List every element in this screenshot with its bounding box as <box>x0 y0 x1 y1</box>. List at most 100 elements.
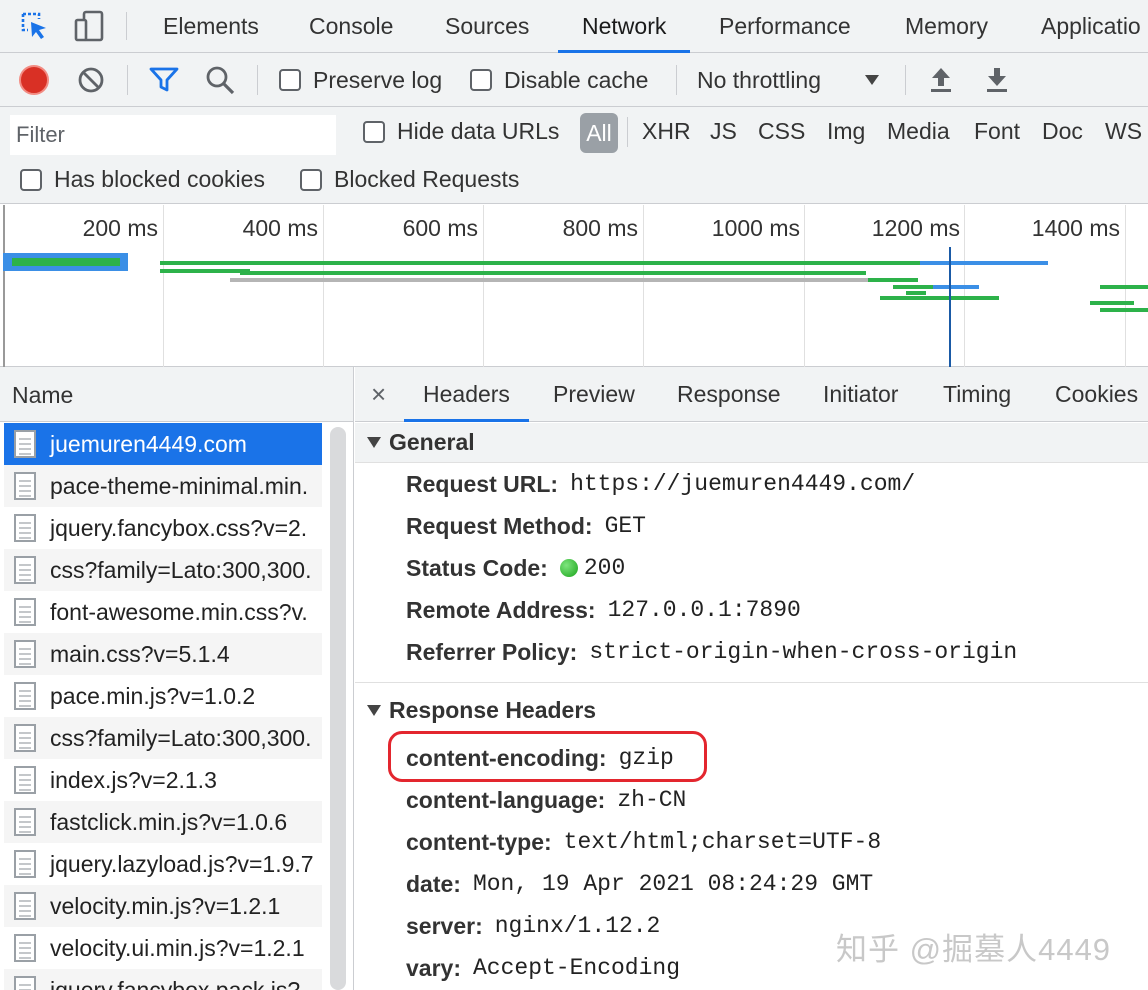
tab-timing[interactable]: Timing <box>943 367 1011 422</box>
timing-bar <box>868 278 918 282</box>
header-value: text/html;charset=UTF-8 <box>563 829 882 855</box>
chevron-down-icon[interactable] <box>864 53 880 107</box>
tab-performance[interactable]: Performance <box>719 0 851 53</box>
tab-console[interactable]: Console <box>309 0 393 53</box>
request-name: jquery.fancybox.pack.js? <box>50 976 301 990</box>
request-name: css?family=Lato:300,300. <box>50 556 312 583</box>
header-key: Request URL: <box>406 470 559 497</box>
gridline <box>643 205 644 367</box>
request-row[interactable]: pace-theme-minimal.min. <box>4 465 322 507</box>
gridline <box>323 205 324 367</box>
type-filter-all[interactable]: All <box>580 113 618 153</box>
document-icon <box>14 850 36 878</box>
document-icon <box>14 682 36 710</box>
has-blocked-cookies-label: Has blocked cookies <box>54 166 265 192</box>
request-row[interactable]: fastclick.min.js?v=1.0.6 <box>4 801 322 843</box>
device-toolbar-icon[interactable] <box>72 10 106 42</box>
request-row[interactable]: index.js?v=2.1.3 <box>4 759 322 801</box>
type-filter-media[interactable]: Media <box>887 118 950 145</box>
gridline <box>3 205 5 367</box>
request-row[interactable]: css?family=Lato:300,300. <box>4 549 322 591</box>
header-key: vary: <box>406 954 461 981</box>
request-row[interactable]: jquery.fancybox.pack.js? <box>4 969 322 990</box>
general-title: General <box>389 429 475 455</box>
blocked-requests-checkbox[interactable]: Blocked Requests <box>300 166 519 193</box>
devtools-tab-bar: Elements Console Sources Network Perform… <box>0 0 1148 53</box>
tab-headers[interactable]: Headers <box>404 367 529 422</box>
checkbox-icon[interactable] <box>300 168 322 191</box>
checkbox-icon[interactable] <box>363 120 385 143</box>
header-value: https://juemuren4449.com/ <box>570 471 916 497</box>
search-icon[interactable] <box>204 53 236 107</box>
gridline <box>483 205 484 367</box>
header-key: Status Code: <box>406 554 548 581</box>
request-url-row: Request URL: https://juemuren4449.com/ <box>406 467 915 501</box>
filter-input[interactable] <box>10 115 336 155</box>
throttling-select[interactable]: No throttling <box>697 53 821 107</box>
tab-sources[interactable]: Sources <box>445 0 529 53</box>
disable-cache-checkbox[interactable]: Disable cache <box>470 53 648 107</box>
name-column-header[interactable]: Name <box>0 367 353 422</box>
scrollbar[interactable] <box>330 427 346 990</box>
close-icon[interactable]: × <box>371 379 386 410</box>
timing-bar <box>906 291 926 295</box>
document-icon <box>14 766 36 794</box>
type-filter-ws[interactable]: WS <box>1105 118 1142 145</box>
tab-application[interactable]: Applicatio <box>1041 0 1141 53</box>
checkbox-icon[interactable] <box>279 69 301 91</box>
type-filter-css[interactable]: CSS <box>758 118 805 145</box>
filter-icon[interactable] <box>148 53 180 107</box>
download-icon[interactable] <box>985 53 1009 107</box>
type-filter-xhr[interactable]: XHR <box>642 118 691 145</box>
request-row[interactable]: velocity.min.js?v=1.2.1 <box>4 885 322 927</box>
status-ok-icon <box>559 559 578 577</box>
type-filter-js[interactable]: JS <box>710 118 737 145</box>
document-icon <box>14 514 36 542</box>
request-row[interactable]: pace.min.js?v=1.0.2 <box>4 675 322 717</box>
time-tick: 600 ms <box>402 215 478 241</box>
time-tick: 400 ms <box>242 215 318 241</box>
request-row[interactable]: font-awesome.min.css?v. <box>4 591 322 633</box>
annotation-highlight-box <box>388 731 707 782</box>
network-overview[interactable]: 200 ms 400 ms 600 ms 800 ms 1000 ms 1200… <box>0 205 1148 367</box>
document-icon <box>14 598 36 626</box>
response-headers-section-header[interactable]: Response Headers <box>355 690 1148 730</box>
request-name: juemuren4449.com <box>50 430 247 457</box>
request-row[interactable]: velocity.ui.min.js?v=1.2.1 <box>4 927 322 969</box>
timing-bar <box>893 285 933 289</box>
header-key: Referrer Policy: <box>406 638 578 665</box>
hide-data-urls-checkbox[interactable]: Hide data URLs <box>363 118 559 145</box>
preserve-log-checkbox[interactable]: Preserve log <box>279 53 442 107</box>
document-icon <box>14 472 36 500</box>
request-row[interactable]: css?family=Lato:300,300. <box>4 717 322 759</box>
request-row[interactable]: main.css?v=5.1.4 <box>4 633 322 675</box>
tab-elements[interactable]: Elements <box>163 0 259 53</box>
request-row[interactable]: jquery.fancybox.css?v=2. <box>4 507 322 549</box>
document-icon <box>14 934 36 962</box>
response-header-row: content-type: text/html;charset=UTF-8 <box>406 825 881 859</box>
type-filter-font[interactable]: Font <box>974 118 1020 145</box>
timing-bar <box>240 271 866 275</box>
document-icon <box>14 430 36 458</box>
tab-network[interactable]: Network <box>557 0 691 53</box>
upload-icon[interactable] <box>929 53 953 107</box>
checkbox-icon[interactable] <box>20 168 42 191</box>
inspect-element-icon[interactable] <box>18 10 52 42</box>
has-blocked-cookies-checkbox[interactable]: Has blocked cookies <box>20 166 265 193</box>
tab-initiator[interactable]: Initiator <box>823 367 898 422</box>
triangle-down-icon <box>367 704 381 716</box>
tab-memory[interactable]: Memory <box>905 0 988 53</box>
clear-icon[interactable] <box>77 53 105 107</box>
tab-response[interactable]: Response <box>677 367 781 422</box>
type-filter-img[interactable]: Img <box>827 118 865 145</box>
throttling-value: No throttling <box>697 66 822 93</box>
tab-preview[interactable]: Preview <box>553 367 635 422</box>
tab-cookies[interactable]: Cookies <box>1055 367 1138 422</box>
request-row[interactable]: jquery.lazyload.js?v=1.9.7 <box>4 843 322 885</box>
checkbox-icon[interactable] <box>470 69 492 91</box>
disable-cache-label: Disable cache <box>504 66 649 93</box>
general-section-header[interactable]: General <box>355 423 1148 463</box>
request-row[interactable]: juemuren4449.com <box>4 423 322 465</box>
record-icon[interactable] <box>18 53 50 107</box>
type-filter-doc[interactable]: Doc <box>1042 118 1083 145</box>
